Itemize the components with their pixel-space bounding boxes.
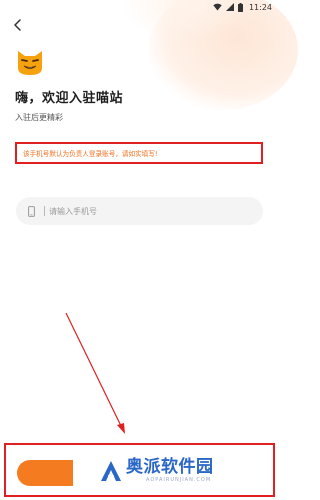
page-title: 嗨，欢迎入驻喵站 [15, 91, 124, 106]
next-step-button[interactable] [17, 460, 73, 486]
cat-face-logo [15, 47, 45, 77]
phone-input[interactable] [49, 206, 249, 216]
back-arrow-icon [13, 19, 21, 31]
notice-banner: 该手机号默认为负责人登录账号，请如实填写! [15, 142, 263, 164]
phone-icon [28, 205, 38, 217]
status-time: 11:24 [248, 2, 272, 12]
signal-icon [225, 3, 234, 11]
status-bar: 11:24 [0, 0, 280, 14]
watermark-title: 奥派软件园 [126, 457, 214, 477]
watermark-logo-icon [101, 460, 121, 481]
watermark-url: AOPAIRUNJIAN.COM [146, 477, 212, 483]
watermark: 奥派软件园 AOPAIRUNJIAN.COM [100, 458, 214, 483]
battery-icon [237, 2, 243, 12]
back-button[interactable] [9, 17, 25, 33]
wifi-icon [213, 3, 222, 11]
phone-field[interactable] [16, 197, 263, 225]
page-subtitle: 入驻后更精彩 [15, 113, 63, 122]
input-cursor [44, 206, 45, 216]
notice-text: 该手机号默认为负责人登录账号，请如实填写! [23, 150, 158, 158]
status-icons: 11:24 [213, 2, 272, 12]
